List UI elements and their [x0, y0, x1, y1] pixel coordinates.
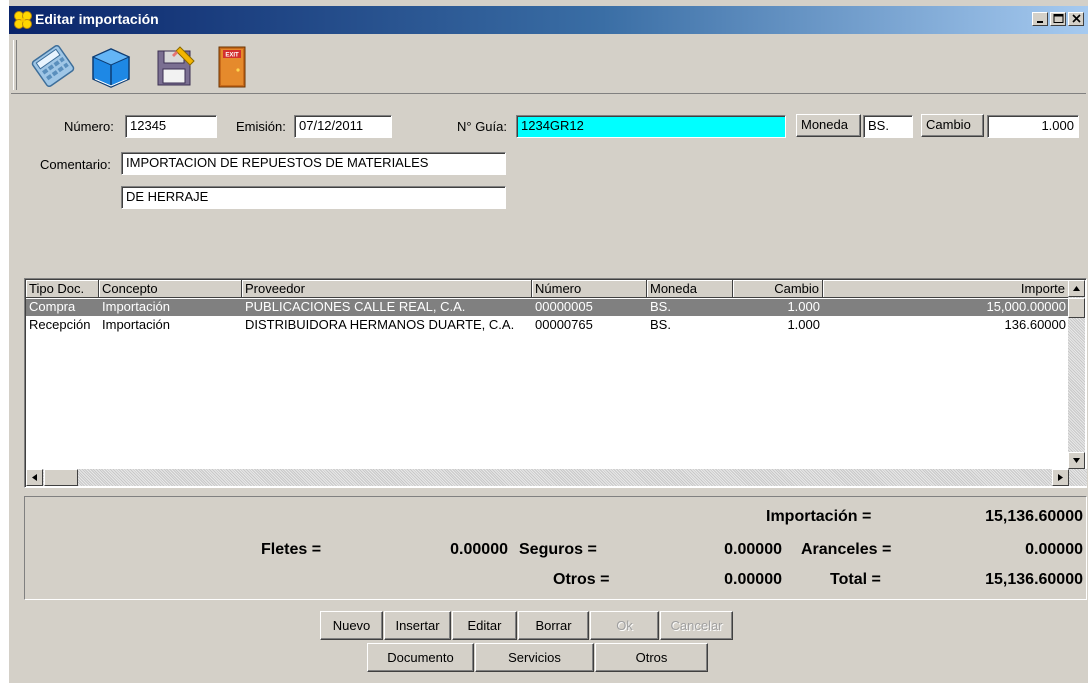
cell-moneda: BS. — [650, 299, 671, 314]
ok-button[interactable]: Ok — [590, 611, 659, 640]
cell-proveedor: DISTRIBUIDORA HERMANOS DUARTE, C.A. — [245, 317, 515, 332]
total-value: 15,136.60000 — [985, 571, 1083, 588]
comentario-line1-field[interactable]: IMPORTACION DE REPUESTOS DE MATERIALES — [121, 152, 506, 175]
cell-importe: 15,000.00000 — [986, 299, 1066, 314]
cell-tipo: Compra — [29, 299, 76, 314]
cell-cambio: 1.000 — [787, 299, 820, 314]
calculator-button[interactable] — [27, 41, 79, 91]
scroll-left-button[interactable] — [26, 469, 43, 486]
otros-value: 0.00000 — [724, 571, 782, 588]
vertical-scroll-thumb[interactable] — [1068, 298, 1085, 318]
cell-numero: 00000765 — [535, 317, 593, 332]
cambio-field[interactable]: 1.000 — [987, 115, 1079, 138]
minimize-icon — [1037, 21, 1043, 23]
importacion-label: Importación = — [766, 508, 872, 525]
horizontal-scroll-thumb[interactable] — [44, 469, 78, 486]
moneda-button-label: Moneda — [801, 117, 848, 132]
floppy-disk-icon — [157, 46, 195, 86]
emision-field[interactable]: 07/12/2011 — [294, 115, 392, 138]
horizontal-scrollbar[interactable] — [26, 469, 1087, 486]
arrow-down-icon — [1073, 458, 1080, 463]
maximize-button[interactable] — [1050, 12, 1066, 26]
column-header-numero[interactable]: Número — [532, 280, 647, 298]
arrow-up-icon — [1073, 286, 1080, 291]
documento-button[interactable]: Documento — [367, 643, 474, 672]
table-row[interactable]: Compra Importación PUBLICACIONES CALLE R… — [26, 299, 1069, 316]
cell-moneda: BS. — [650, 317, 671, 332]
cell-numero: 00000005 — [535, 299, 593, 314]
window-title: Editar importación — [35, 11, 159, 27]
exit-button[interactable]: EXIT — [207, 41, 259, 91]
book-icon — [91, 48, 131, 88]
numero-field[interactable]: 12345 — [125, 115, 217, 138]
borrar-button[interactable]: Borrar — [518, 611, 589, 640]
cell-tipo: Recepción — [29, 317, 91, 332]
cell-importe: 136.60000 — [1004, 317, 1066, 332]
nuevo-button[interactable]: Nuevo — [320, 611, 383, 640]
close-button[interactable] — [1068, 12, 1084, 26]
column-header-proveedor[interactable]: Proveedor — [242, 280, 532, 298]
comentario-label: Comentario: — [40, 157, 111, 172]
calculator-icon — [31, 44, 75, 88]
guia-label: N° Guía: — [457, 119, 507, 134]
cell-concepto: Importación — [102, 299, 170, 314]
comentario-line2-field[interactable]: DE HERRAJE — [121, 186, 506, 209]
column-header-concepto[interactable]: Concepto — [99, 280, 242, 298]
documents-grid[interactable]: Tipo Doc. Concepto Proveedor Número Mone… — [24, 278, 1087, 488]
cell-cambio: 1.000 — [787, 317, 820, 332]
seguros-label: Seguros = — [519, 541, 597, 558]
clover-icon — [14, 11, 32, 29]
cambio-button-label: Cambio — [926, 117, 971, 132]
column-header-moneda[interactable]: Moneda — [647, 280, 733, 298]
maximize-icon — [1053, 14, 1064, 23]
insertar-button[interactable]: Insertar — [384, 611, 451, 640]
scroll-down-button[interactable] — [1068, 452, 1085, 469]
importacion-value: 15,136.60000 — [985, 508, 1083, 525]
otros-label: Otros = — [553, 571, 610, 588]
aranceles-value: 0.00000 — [1025, 541, 1083, 558]
scroll-up-button[interactable] — [1068, 280, 1085, 297]
column-header-cambio[interactable]: Cambio — [733, 280, 823, 298]
exit-door-icon: EXIT — [218, 46, 246, 88]
minimize-button[interactable] — [1032, 12, 1048, 26]
exit-sign-text: EXIT — [225, 53, 239, 59]
vertical-scrollbar[interactable] — [1068, 280, 1085, 469]
fletes-value: 0.00000 — [450, 541, 508, 558]
guia-field[interactable]: 1234GR12 — [516, 115, 786, 138]
arrow-right-icon — [1058, 474, 1063, 481]
title-bar[interactable]: Editar importación — [9, 6, 1088, 34]
grid-header: Tipo Doc. Concepto Proveedor Número Mone… — [26, 280, 1069, 298]
toolbar: EXIT — [11, 38, 1086, 94]
fletes-label: Fletes = — [261, 541, 322, 558]
numero-label: Número: — [64, 119, 114, 134]
column-header-importe[interactable]: Importe — [823, 280, 1069, 298]
table-row[interactable]: Recepción Importación DISTRIBUIDORA HERM… — [26, 317, 1069, 334]
close-icon — [1072, 14, 1081, 23]
servicios-button[interactable]: Servicios — [475, 643, 594, 672]
totals-panel: Importación = 15,136.60000 Fletes = 0.00… — [24, 496, 1087, 600]
aranceles-label: Aranceles = — [801, 541, 892, 558]
seguros-value: 0.00000 — [724, 541, 782, 558]
arrow-left-icon — [32, 474, 37, 481]
total-label: Total = — [830, 571, 881, 588]
emision-label: Emisión: — [236, 119, 286, 134]
toolbar-grip[interactable] — [13, 40, 17, 90]
moneda-button[interactable]: Moneda — [796, 114, 861, 137]
otros-button[interactable]: Otros — [595, 643, 708, 672]
cancelar-button[interactable]: Cancelar — [660, 611, 733, 640]
cell-concepto: Importación — [102, 317, 170, 332]
editar-button[interactable]: Editar — [452, 611, 517, 640]
cambio-button[interactable]: Cambio — [921, 114, 984, 137]
column-header-tipo[interactable]: Tipo Doc. — [26, 280, 99, 298]
moneda-field[interactable]: BS. — [863, 115, 913, 138]
save-button[interactable] — [148, 41, 200, 91]
book-button[interactable] — [85, 41, 137, 91]
import-editor-window: Editar importación EXIT Número: 12345 Em… — [9, 0, 1088, 683]
scroll-right-button[interactable] — [1052, 469, 1069, 486]
cell-proveedor: PUBLICACIONES CALLE REAL, C.A. — [245, 299, 466, 314]
